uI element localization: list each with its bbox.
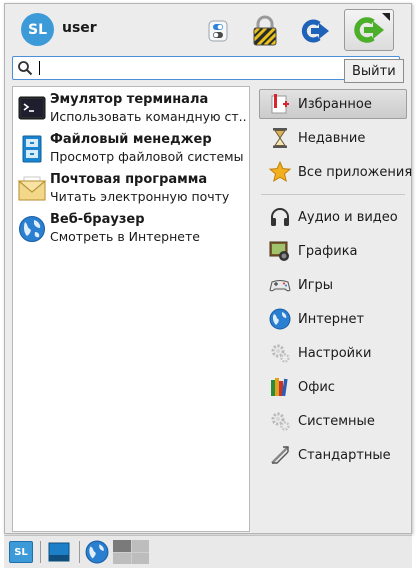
terminal-icon	[18, 96, 46, 120]
app-description: Просмотр файловой системы	[50, 149, 244, 164]
category-system[interactable]: Системные	[259, 406, 407, 436]
category-accessories[interactable]: Стандартные	[259, 440, 407, 470]
list-item-file-manager[interactable]: Файловый менеджер Просмотр файловой сист…	[18, 131, 246, 171]
taskbar-separator	[40, 541, 41, 563]
gamepad-icon	[269, 280, 291, 292]
graphics-icon	[269, 241, 289, 261]
category-graphics[interactable]: Графика	[259, 236, 407, 266]
category-separator	[261, 194, 405, 195]
category-label: Недавние	[298, 130, 366, 146]
search-field[interactable]	[12, 56, 400, 80]
category-games[interactable]: Игры	[259, 270, 407, 300]
recent-icon	[273, 128, 287, 148]
category-recent[interactable]: Недавние	[259, 123, 407, 153]
web-browser-launcher[interactable]	[84, 539, 110, 565]
category-label: Офис	[298, 379, 335, 395]
start-menu-text: SL	[14, 546, 28, 558]
list-item-web-browser[interactable]: Веб-браузер Смотреть в Интернете	[18, 211, 246, 251]
category-favorites[interactable]: Избранное	[259, 89, 407, 119]
category-label: Аудио и видео	[298, 209, 398, 225]
category-audio-video[interactable]: Аудио и видео	[259, 202, 407, 232]
switch-user-button[interactable]	[297, 14, 333, 48]
workspace-grid	[113, 540, 149, 564]
workspace-3[interactable]	[113, 552, 131, 564]
app-description: Использовать командную ст...	[50, 109, 246, 124]
workspace-1[interactable]	[113, 540, 131, 552]
system-gears-icon	[271, 412, 290, 431]
list-item-mail[interactable]: Почтовая программа Читать электронную по…	[18, 171, 246, 211]
category-settings[interactable]: Настройки	[259, 338, 407, 368]
favorites-icon	[271, 94, 289, 114]
all-apps-icon	[269, 161, 291, 183]
headphones-icon	[271, 208, 289, 226]
settings-gears-icon	[271, 344, 290, 363]
workspace-2[interactable]	[131, 540, 149, 552]
search-input[interactable]	[37, 58, 347, 78]
category-label: Интернет	[298, 311, 365, 327]
list-item-terminal[interactable]: Эмулятор терминала Использовать командну…	[18, 91, 246, 131]
category-label: Стандартные	[298, 447, 391, 463]
category-office[interactable]: Офис	[259, 372, 407, 402]
logout-tooltip: Выйти	[344, 59, 404, 83]
settings-button[interactable]	[200, 14, 236, 48]
settings-toggle-icon	[208, 20, 228, 42]
logout-button[interactable]	[344, 9, 394, 51]
web-browser-icon	[19, 216, 45, 242]
category-all-apps[interactable]: Все приложения	[259, 157, 412, 187]
start-menu-logo: SL	[9, 541, 33, 563]
workspace-4[interactable]	[131, 552, 149, 564]
logout-arrow-icon	[354, 17, 384, 43]
user-avatar: SL	[21, 13, 54, 46]
corner-marker	[382, 13, 390, 21]
internet-icon	[269, 308, 291, 330]
category-label: Системные	[298, 413, 375, 429]
category-label: Игры	[298, 277, 334, 293]
category-label: Избранное	[298, 96, 372, 112]
menu-header: SL user	[5, 4, 411, 52]
app-description: Смотреть в Интернете	[50, 229, 200, 244]
padlock-icon	[252, 15, 278, 47]
workspace-switcher[interactable]	[112, 539, 150, 565]
category-label: Графика	[298, 243, 358, 259]
show-desktop-button[interactable]	[46, 539, 72, 565]
search-icon	[17, 60, 33, 76]
app-name: Почтовая программа	[50, 172, 208, 187]
file-manager-icon	[22, 135, 42, 163]
tooltip-text: Выйти	[352, 63, 396, 79]
desktop-icon	[48, 542, 70, 562]
lock-screen-button[interactable]	[247, 14, 283, 48]
category-internet[interactable]: Интернет	[259, 304, 407, 334]
app-name: Эмулятор терминала	[50, 92, 209, 107]
web-browser-icon	[85, 540, 109, 564]
office-books-icon	[271, 378, 288, 397]
app-description: Читать электронную почту	[50, 189, 230, 204]
favorites-list: Эмулятор терминала Использовать командну…	[12, 86, 250, 532]
switch-user-arrow-icon	[301, 19, 329, 43]
avatar-text: SL	[27, 21, 47, 38]
app-name: Файловый менеджер	[50, 132, 212, 147]
category-label: Все приложения	[298, 164, 413, 180]
taskbar-separator	[79, 541, 80, 563]
whisker-menu: SL user Выйти Эмулятор терминала Использ…	[4, 3, 412, 534]
category-label: Настройки	[298, 345, 372, 361]
app-name: Веб-браузер	[50, 212, 145, 227]
start-menu-button[interactable]: SL	[8, 539, 34, 565]
mail-icon	[18, 176, 46, 201]
taskbar: SL	[4, 535, 412, 568]
accessories-icon	[271, 446, 289, 464]
username-label: user	[62, 20, 97, 36]
